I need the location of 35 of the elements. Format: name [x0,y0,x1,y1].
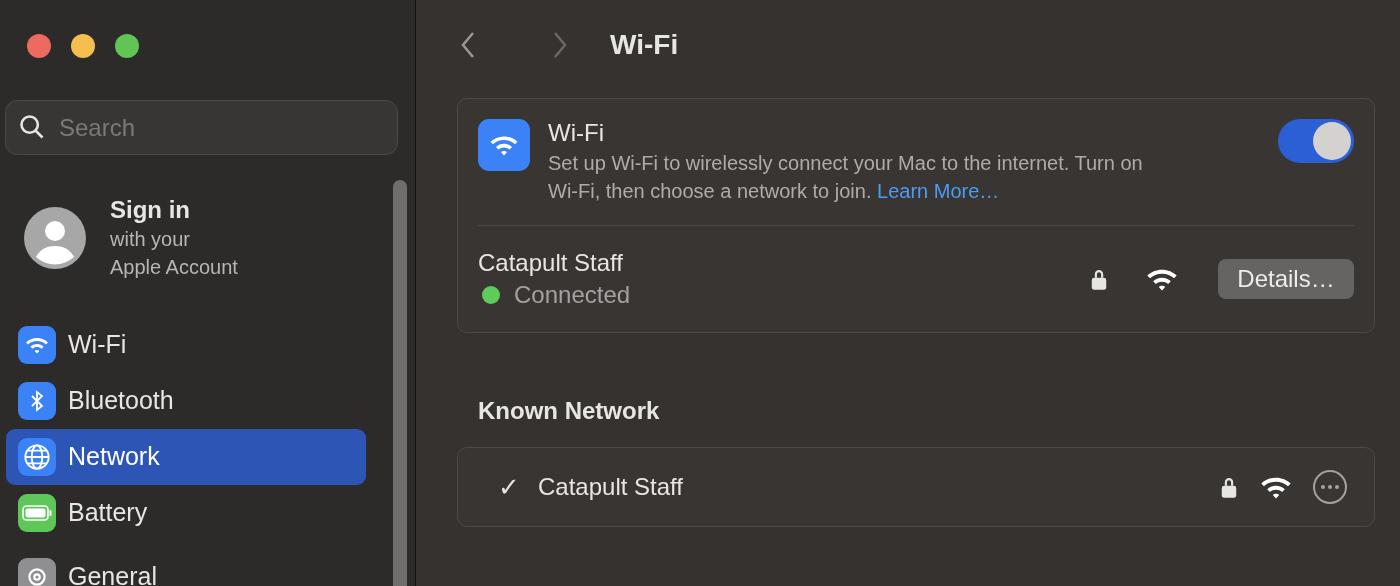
zoom-button[interactable] [115,34,139,58]
learn-more-link[interactable]: Learn More… [877,180,1000,202]
sidebar-item[interactable]: General [6,549,366,586]
network-name: Catapult Staff [538,472,684,502]
more-icon[interactable] [1312,469,1348,505]
window-title: Wi-Fi [610,28,679,62]
bluetooth-icon [18,382,56,420]
battery-icon [18,494,56,532]
avatar-icon [24,207,86,269]
lock-icon [1220,475,1238,499]
wifi-signal-icon [1260,475,1292,499]
wifi-icon [478,119,530,171]
search-icon [18,113,46,141]
wifi-toggle[interactable] [1278,119,1354,163]
sidebar-item[interactable]: Bluetooth [6,373,366,429]
account-subtitle: Apple Account [110,255,238,280]
wifi-icon [18,326,56,364]
card-title: Wi-Fi [548,118,605,148]
network-name: Catapult Staff [478,248,624,278]
search-field[interactable]: Search [5,100,398,155]
card-description: Set up Wi-Fi to wirelessly connect your Mac to the internet. Turn on Wi-Fi, then choose a network to join. Learn More… [548,151,1144,204]
account-subtitle: with your [110,227,192,252]
sidebar-item[interactable]: Wi-Fi [6,317,366,373]
connection-status: Connected [514,280,631,310]
minimize-button[interactable] [71,34,95,58]
section-heading: Known Network [478,396,661,426]
checkmark-icon: ✓ [498,467,538,507]
globe-icon [18,438,56,476]
close-button[interactable] [27,34,51,58]
sidebar-item[interactable]: Battery [6,485,366,541]
details-button[interactable]: Details… [1218,259,1354,299]
sidebar-item[interactable]: Network [6,429,366,485]
wifi-signal-icon [1146,267,1178,291]
lock-icon [1090,267,1108,291]
account-title: Sign in [110,195,191,225]
